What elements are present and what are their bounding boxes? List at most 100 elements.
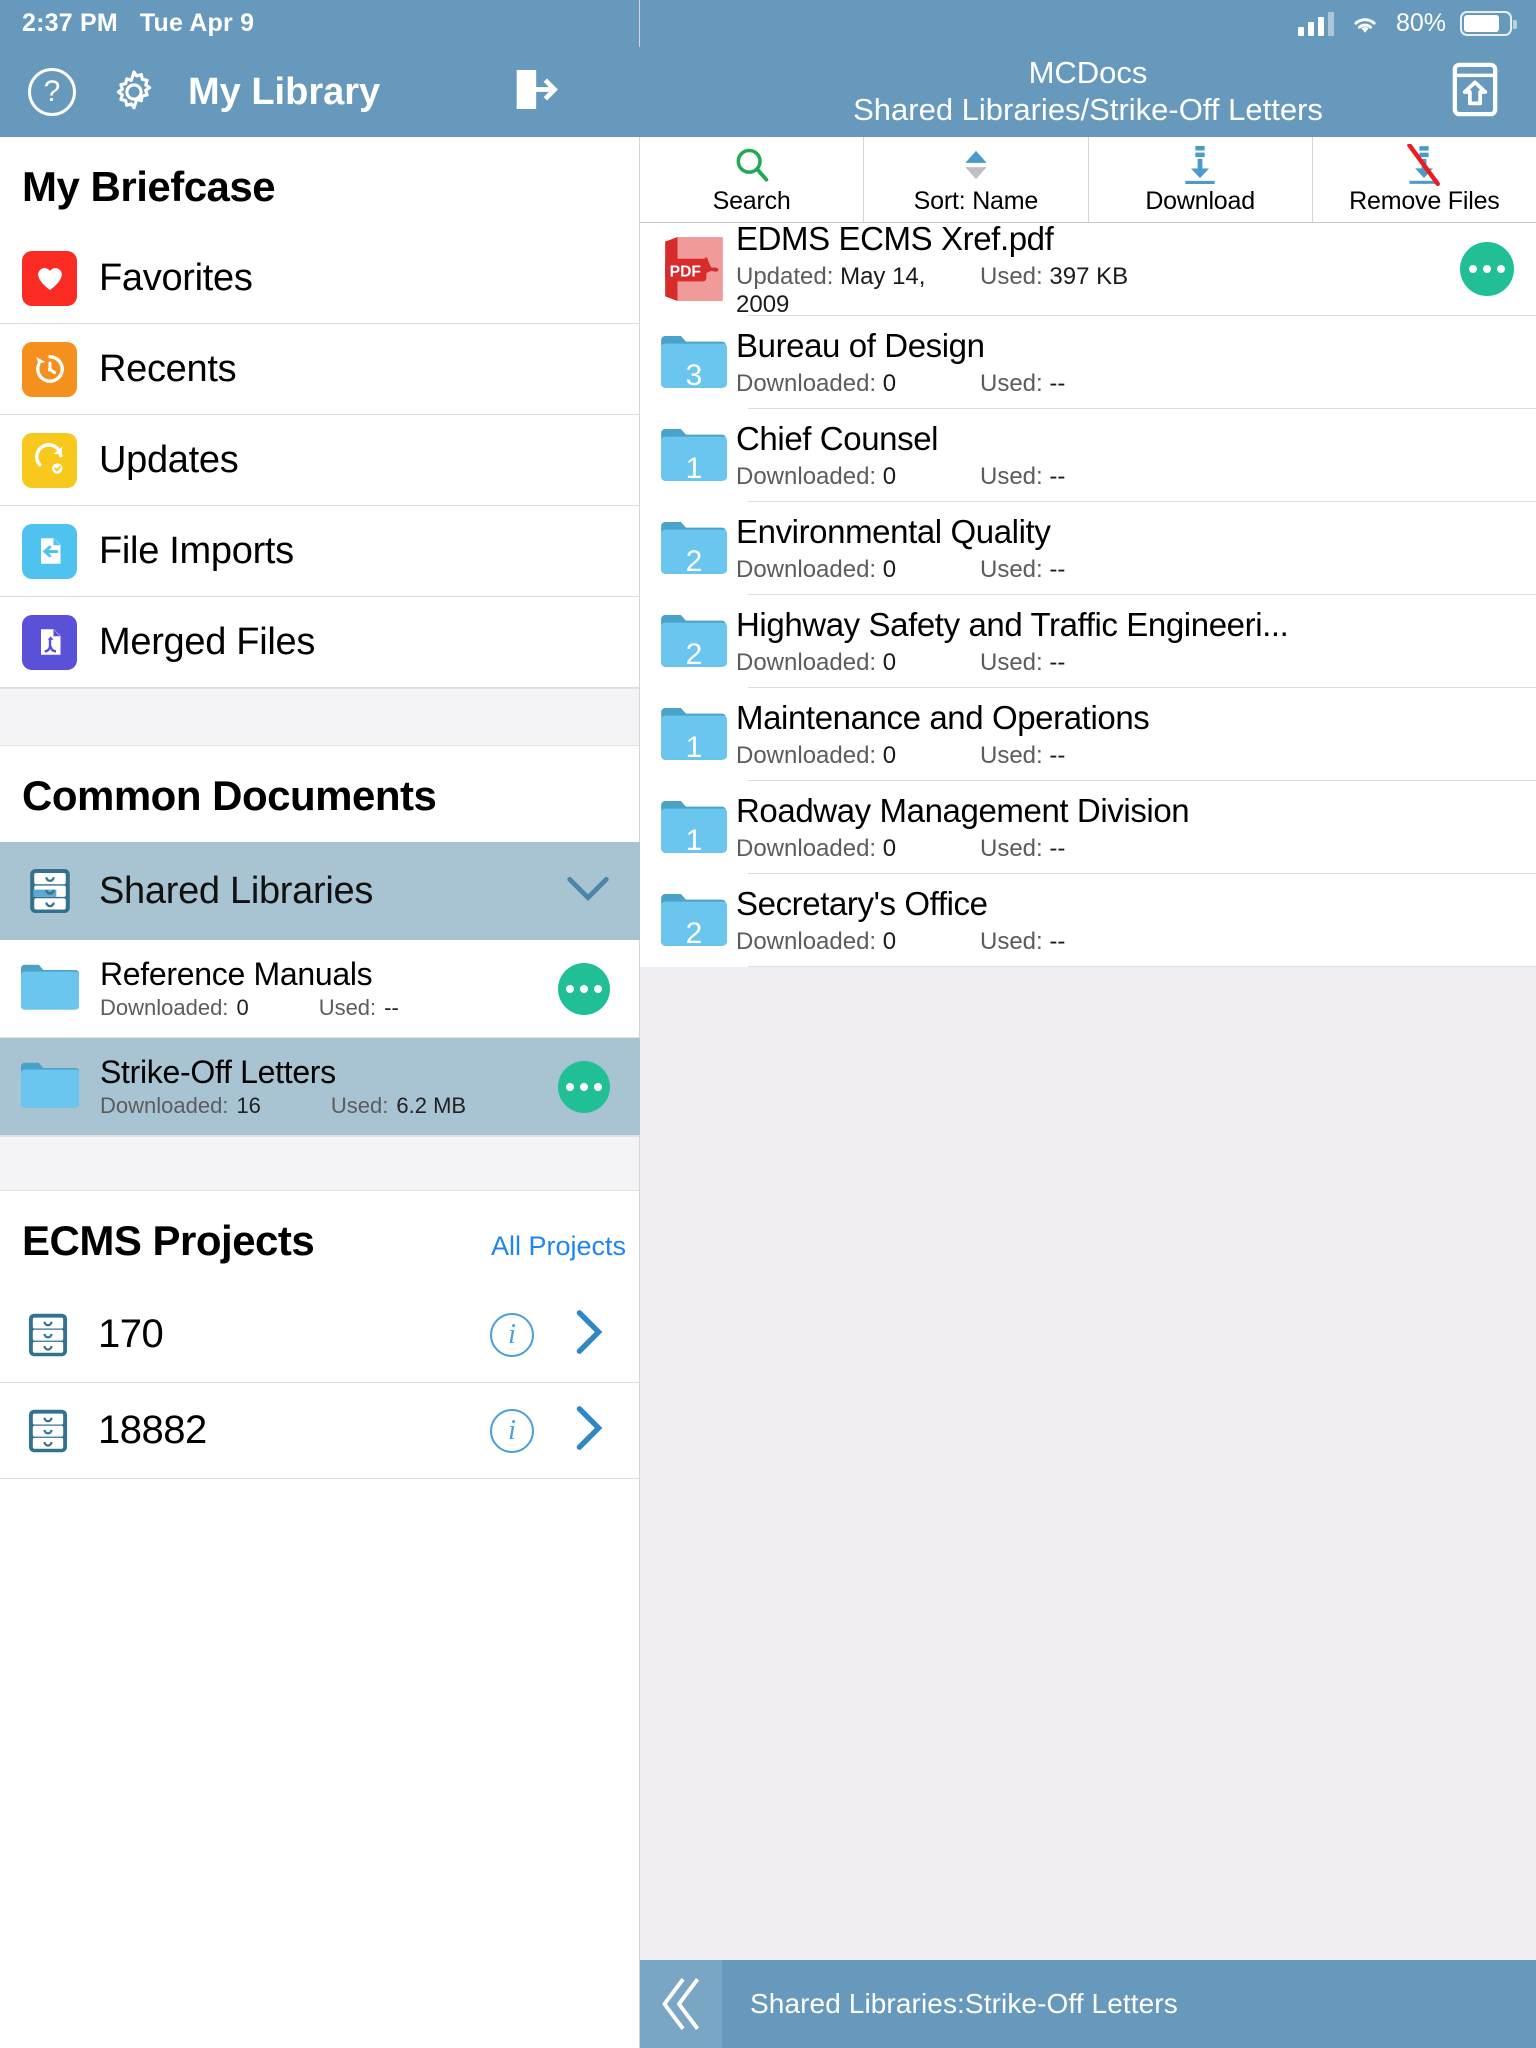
meta-downloaded: Downloaded: 0: [736, 370, 980, 398]
right-content-panel: 80% MCDocs Shared Libraries/Strike-Off L…: [640, 0, 1536, 2048]
sidebar-subitem-reference-manuals[interactable]: Reference Manuals Downloaded: 0 Used: --: [0, 940, 640, 1038]
sidebar-item-merged-files[interactable]: Merged Files: [0, 597, 640, 688]
list-item[interactable]: 3 Bureau of Design Downloaded: 0 Used: -…: [640, 316, 1536, 408]
subitem-texts: Reference Manuals Downloaded: 0 Used: --: [100, 956, 540, 1021]
list-item[interactable]: 1 Maintenance and Operations Downloaded:…: [640, 688, 1536, 780]
toolbar-button-download[interactable]: Download: [1089, 137, 1313, 222]
logout-button[interactable]: [508, 64, 560, 121]
toolbar-button-search[interactable]: Search: [640, 137, 865, 222]
empty-area: [640, 967, 1536, 1960]
sidebar-item-label: Recents: [99, 347, 237, 390]
row-actions-button[interactable]: [558, 1060, 610, 1113]
downloaded-label: Downloaded:: [100, 1093, 229, 1118]
folder-icon: 1: [658, 701, 730, 767]
list-item[interactable]: PDF EDMS ECMS Xref.pdf Updated: May 14, …: [640, 219, 1536, 318]
folder-count: 1: [685, 452, 703, 485]
meta-label: Downloaded:: [736, 462, 877, 490]
list-item-texts: Roadway Management Division Downloaded: …: [730, 792, 1514, 863]
list-item-name: EDMS ECMS Xref.pdf: [736, 219, 1054, 257]
meta-label: Used:: [980, 927, 1043, 955]
left-nav-bar: ? My Library: [0, 47, 640, 137]
sidebar-item-label: File Imports: [99, 529, 294, 572]
folder-icon: 2: [658, 515, 730, 581]
toolbar-button-sort[interactable]: Sort: Name: [864, 137, 1089, 222]
sort-icon: [955, 146, 997, 184]
sidebar-item-updates[interactable]: Updates: [0, 415, 640, 506]
meta-used: Used: --: [980, 649, 1065, 677]
all-projects-link[interactable]: All Projects: [491, 1231, 626, 1262]
row-actions-button[interactable]: [558, 962, 610, 1015]
heart-icon: [22, 250, 77, 306]
question-mark-icon: ?: [28, 68, 76, 116]
list-item-name: Environmental Quality: [736, 512, 1051, 550]
meta-label: Downloaded:: [736, 834, 877, 862]
home-button[interactable]: [1450, 62, 1500, 123]
used-label: Used:: [318, 995, 377, 1020]
list-item[interactable]: 1 Chief Counsel Downloaded: 0 Used: --: [640, 409, 1536, 501]
home-upload-icon: [1452, 62, 1498, 117]
meta-used: Used: --: [980, 928, 1065, 956]
used-value: 6.2 MB: [396, 1093, 467, 1118]
file-list: PDF EDMS ECMS Xref.pdf Updated: May 14, …: [640, 219, 1536, 967]
list-item-name: Secretary's Office: [736, 884, 988, 922]
app-root: 2:37 PM Tue Apr 9 ? My Library My Briefc…: [0, 0, 1536, 2048]
folder-count: 3: [685, 359, 703, 392]
subitem-name: Reference Manuals: [100, 956, 373, 992]
svg-text:PDF: PDF: [670, 264, 701, 281]
list-item[interactable]: 1 Roadway Management Division Downloaded…: [640, 781, 1536, 873]
project-row-18882[interactable]: 18882 i: [0, 1383, 640, 1479]
meta-used: Used: --: [980, 463, 1065, 491]
meta-value: 0: [882, 369, 897, 397]
app-title: MCDocs: [1028, 55, 1148, 91]
chevron-right-icon[interactable]: [574, 1405, 604, 1456]
help-button[interactable]: ?: [24, 64, 80, 120]
settings-button[interactable]: [106, 64, 162, 120]
list-item[interactable]: 2 Highway Safety and Traffic Engineeri..…: [640, 595, 1536, 687]
info-icon[interactable]: i: [490, 1408, 534, 1453]
refresh-check-icon: [22, 432, 77, 488]
gear-icon: [116, 70, 152, 110]
meta-label: Used:: [980, 262, 1043, 290]
list-item-name: Maintenance and Operations: [736, 698, 1150, 736]
meta-downloaded: Downloaded: 0: [736, 463, 980, 491]
file-cabinet-icon: [22, 1405, 74, 1457]
left-sidebar-panel: 2:37 PM Tue Apr 9 ? My Library My Briefc…: [0, 0, 640, 2048]
meta-label: Downloaded:: [736, 927, 877, 955]
project-label: 18882: [98, 1408, 207, 1452]
toolbar-button-remove-files[interactable]: Remove Files: [1313, 137, 1536, 222]
chevron-right-icon[interactable]: [574, 1309, 604, 1360]
toolbar-label: Remove Files: [1349, 186, 1500, 215]
sidebar-item-favorites[interactable]: Favorites: [0, 233, 640, 324]
list-item[interactable]: 2 Secretary's Office Downloaded: 0 Used:…: [640, 874, 1536, 966]
chevron-down-icon[interactable]: [566, 874, 610, 909]
sidebar-item-recents[interactable]: Recents: [0, 324, 640, 415]
used-value: --: [384, 995, 399, 1020]
info-icon[interactable]: i: [490, 1312, 534, 1357]
meta-value: 0: [882, 741, 897, 769]
list-item[interactable]: 2 Environmental Quality Downloaded: 0 Us…: [640, 502, 1536, 594]
sidebar-item-shared-libraries[interactable]: Shared Libraries: [0, 842, 640, 940]
meta-value: --: [1049, 741, 1066, 769]
toolbar-label: Sort: Name: [913, 186, 1039, 215]
meta-value: --: [1049, 648, 1066, 676]
folder-icon: 3: [658, 329, 730, 395]
sidebar-subitem-strike-off-letters[interactable]: Strike-Off Letters Downloaded: 16 Used: …: [0, 1038, 640, 1136]
sidebar-item-file-imports[interactable]: File Imports: [0, 506, 640, 597]
meta-label: Used:: [980, 648, 1043, 676]
meta-label: Used:: [980, 369, 1043, 397]
downloaded-value: 0: [236, 995, 249, 1020]
meta-value: 0: [882, 648, 897, 676]
briefcase-section-title: My Briefcase: [22, 163, 276, 210]
wifi-icon: [1354, 17, 1376, 33]
list-item-meta: Downloaded: 0 Used: --: [736, 556, 1514, 584]
folder-count: 2: [685, 545, 703, 578]
breadcrumb-title: Shared Libraries/Strike-Off Letters: [853, 92, 1323, 127]
back-button[interactable]: [640, 1960, 722, 2048]
row-actions-button[interactable]: [1460, 242, 1514, 296]
project-row-170[interactable]: 170 i: [0, 1287, 640, 1383]
list-item-meta: Downloaded: 0 Used: --: [736, 835, 1514, 863]
right-title-block: MCDocs Shared Libraries/Strike-Off Lette…: [853, 55, 1323, 128]
subitem-texts: Strike-Off Letters Downloaded: 16 Used: …: [100, 1054, 540, 1119]
folder-icon: [18, 958, 82, 1019]
folder-count: 1: [685, 824, 703, 857]
